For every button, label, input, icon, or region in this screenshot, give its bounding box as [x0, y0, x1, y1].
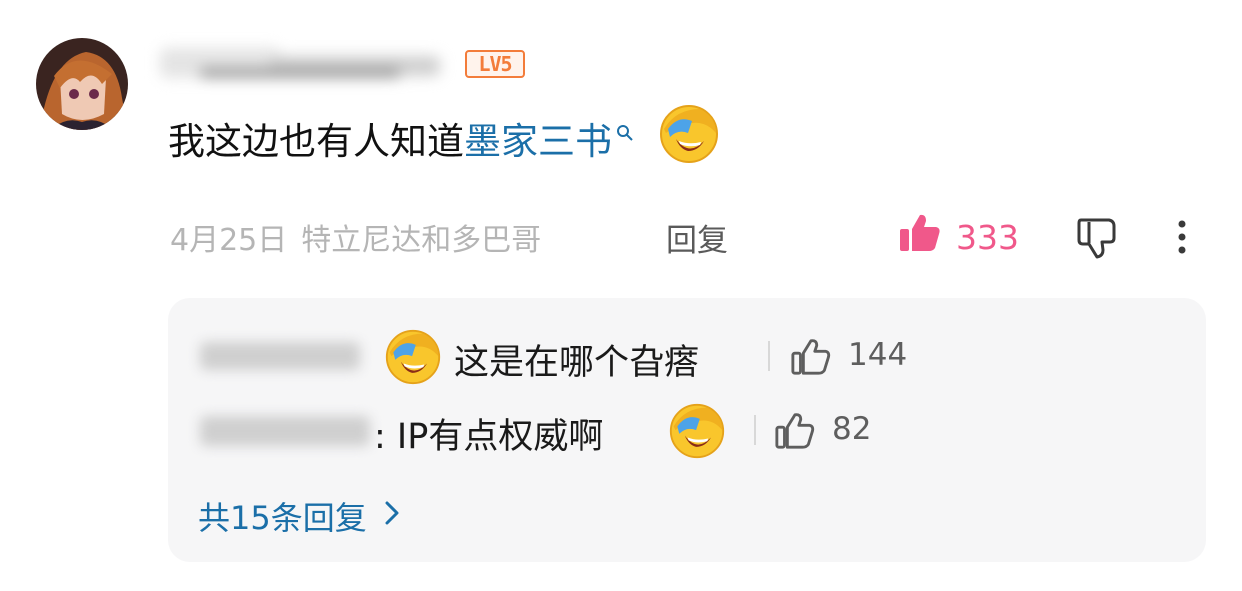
reply-thread: 这是在哪个旮瘩 144 : IP有点权威啊 82 共15条回复 — [168, 298, 1206, 562]
thumb-down-icon — [1075, 218, 1121, 264]
more-vertical-icon — [1170, 220, 1194, 264]
divider — [754, 415, 756, 445]
username-blurred[interactable] — [160, 40, 460, 88]
comment-text: 我这边也有人知道 墨家三书 — [168, 104, 720, 166]
laugh-cry-emoji-icon — [384, 328, 442, 390]
reply-like-count: 144 — [848, 337, 908, 373]
level-badge: LV5 — [465, 50, 525, 78]
reply-username-blurred[interactable] — [200, 342, 360, 370]
comment-card: LV5 我这边也有人知道 墨家三书 4月25日 特立尼达和多巴哥 回复 333 … — [0, 0, 1242, 591]
avatar[interactable] — [36, 38, 128, 130]
divider — [768, 341, 770, 371]
laugh-cry-emoji-icon — [668, 402, 726, 464]
more-replies-label: 共15条回复 — [198, 499, 367, 537]
reply-username-blurred[interactable] — [200, 416, 370, 446]
thumb-up-outline-icon[interactable] — [790, 336, 832, 382]
comment-location: 特立尼达和多巴哥 — [301, 223, 542, 258]
reply-text: 这是在哪个旮瘩 — [454, 343, 700, 383]
thumb-up-outline-icon[interactable] — [774, 410, 816, 456]
comment-meta: 4月25日 特立尼达和多巴哥 — [170, 212, 541, 262]
reply-button[interactable]: 回复 — [666, 212, 728, 262]
more-options-button[interactable] — [1170, 216, 1194, 264]
comment-body: 我这边也有人知道 — [168, 120, 464, 163]
chevron-right-icon — [383, 497, 401, 535]
reply-like-count: 82 — [832, 411, 872, 447]
view-more-replies-button[interactable]: 共15条回复 — [198, 494, 401, 538]
thumb-up-filled-icon — [898, 211, 942, 263]
reply-text: : IP有点权威啊 — [374, 417, 604, 457]
dislike-button[interactable] — [1075, 216, 1121, 264]
like-button[interactable]: 333 — [898, 210, 1019, 264]
laugh-cry-emoji-icon — [658, 103, 720, 174]
comment-search-link[interactable]: 墨家三书 — [464, 111, 612, 165]
search-icon[interactable] — [616, 108, 634, 151]
like-count: 333 — [956, 217, 1019, 257]
comment-date: 4月25日 — [170, 223, 288, 258]
